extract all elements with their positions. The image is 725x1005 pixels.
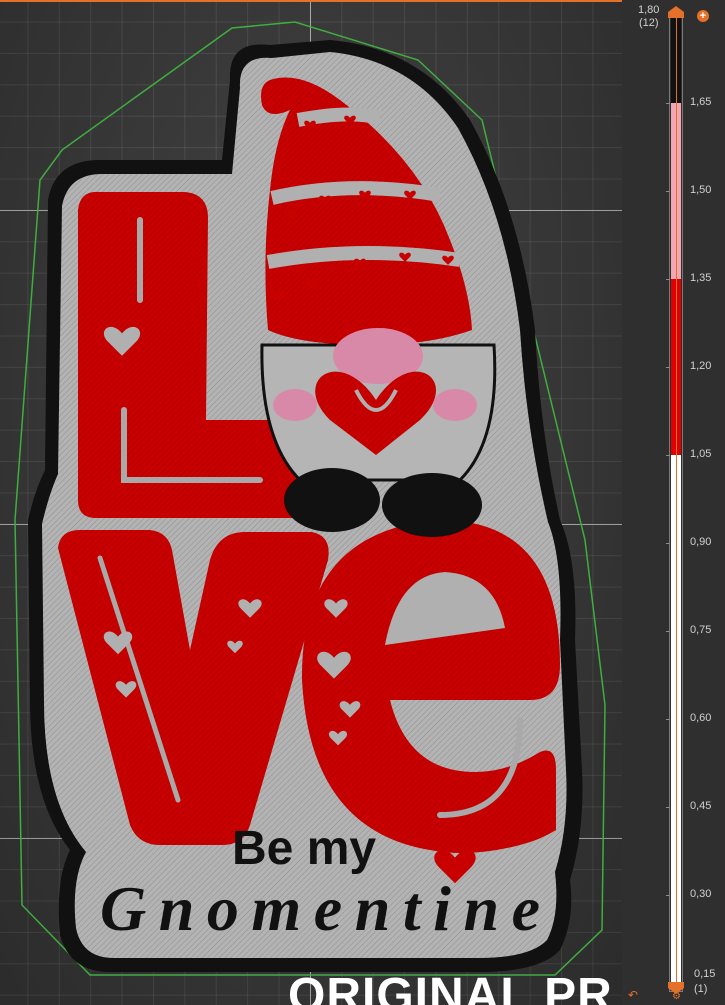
tick-mark (666, 279, 670, 280)
tick-mark (666, 191, 670, 192)
sticker-line-2: Gnomentine (100, 873, 540, 944)
tick-label: 1,65 (690, 96, 712, 108)
gnome-boot-right (382, 473, 482, 537)
tick-label: 1,05 (690, 448, 712, 460)
tick-label: 0,60 (690, 712, 712, 724)
undo-icon[interactable]: ↶ (628, 988, 638, 1002)
tick-label: 0,30 (690, 888, 712, 900)
tick-label: 1,35 (690, 272, 712, 284)
tick-mark (666, 895, 670, 896)
slider-top-value: 1,80 (638, 4, 660, 16)
slider-top-thumb[interactable] (668, 6, 684, 18)
slider-top-layer: (12) (639, 17, 659, 29)
cog-icon[interactable]: ⚙ (672, 991, 681, 1002)
tick-mark (666, 543, 670, 544)
sticker-model[interactable]: Be my Gnomentine (0, 0, 622, 1005)
sticker-line-1: Be my (232, 822, 376, 875)
slider-bottom-layer: (1) (694, 983, 708, 995)
tick-label: 0,90 (690, 536, 712, 548)
tick-mark (666, 455, 670, 456)
slider-range-line (676, 14, 677, 990)
tick-mark (666, 719, 670, 720)
tick-label: 0,45 (690, 800, 712, 812)
3d-viewport[interactable]: Be my Gnomentine ORIGINAL PR (0, 0, 622, 1005)
tick-mark (666, 807, 670, 808)
tick-mark (666, 367, 670, 368)
watermark-text: ORIGINAL PR (288, 969, 613, 1005)
gnome-boot-left (284, 468, 380, 532)
tick-mark (666, 631, 670, 632)
tick-label: 1,20 (690, 360, 712, 372)
plus-icon[interactable]: + (697, 10, 709, 22)
tick-mark (666, 103, 670, 104)
tick-label: 1,50 (690, 184, 712, 196)
slider-bottom-value: 0,15 (694, 968, 716, 980)
tick-label: 0,75 (690, 624, 712, 636)
